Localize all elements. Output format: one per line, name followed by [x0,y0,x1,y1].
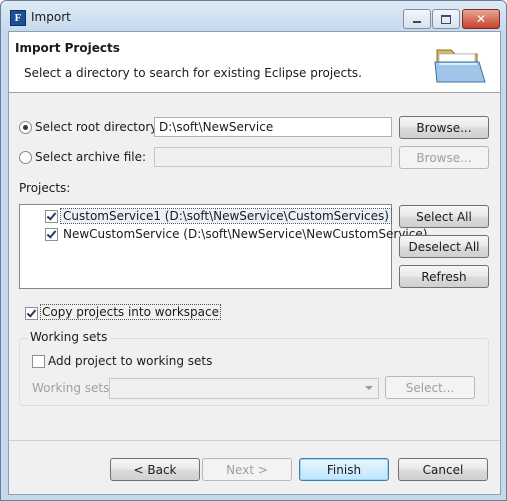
open-folder-icon [434,49,486,83]
select-all-button[interactable]: Select All [399,205,489,228]
working-sets-combo[interactable] [109,378,379,399]
root-directory-label: Select root directory: [35,120,161,134]
close-icon: ✕ [475,12,487,26]
chevron-down-icon [365,386,373,390]
title-bar[interactable]: F Import ✕ [1,1,506,31]
projects-list[interactable]: CustomService1 (D:\soft\NewService\Custo… [19,204,427,289]
footer-separator [9,440,500,441]
cancel-button[interactable]: Cancel [398,458,488,481]
add-to-working-sets-checkbox[interactable] [32,355,45,368]
root-browse-button[interactable]: Browse... [399,116,489,139]
page-title: Import Projects [15,41,120,55]
eclipse-app-icon: F [10,10,26,26]
wizard-header: Import Projects Select a directory to se… [9,32,500,93]
list-item[interactable]: CustomService1 (D:\soft\NewService\Custo… [60,207,392,225]
copy-projects-label: Copy projects into workspace [39,304,222,320]
project-label-2: NewCustomService (D:\soft\NewService\New… [63,227,428,241]
working-sets-field-label: Working sets: [32,381,114,395]
archive-file-input[interactable] [154,147,392,167]
import-dialog-window: F Import ✕ Import Projects Select a dire… [0,0,507,501]
project-checkbox-1[interactable] [45,210,58,223]
page-description: Select a directory to search for existin… [24,66,362,80]
archive-browse-button[interactable]: Browse... [399,146,489,169]
archive-file-radio[interactable] [19,151,32,164]
next-button[interactable]: Next > [202,458,292,481]
minimize-button[interactable] [403,9,431,29]
list-item[interactable]: NewCustomService (D:\soft\NewService\New… [63,225,427,243]
finish-button[interactable]: Finish [299,458,389,481]
projects-label: Projects: [19,181,71,195]
working-sets-select-button[interactable]: Select... [385,376,475,399]
root-directory-input[interactable]: D:\soft\NewService [154,117,392,137]
add-to-working-sets-label: Add project to working sets [48,354,213,368]
maximize-button[interactable] [432,9,460,29]
back-button[interactable]: < Back [110,458,200,481]
working-sets-group-label: Working sets [27,330,111,344]
root-directory-radio[interactable] [19,121,32,134]
copy-projects-checkbox[interactable] [25,307,38,320]
window-title: Import [31,10,71,24]
close-button[interactable]: ✕ [462,9,500,29]
project-checkbox-2[interactable] [45,228,58,241]
dialog-client-area: Import Projects Select a directory to se… [8,31,501,495]
maximize-icon [441,14,451,24]
deselect-all-button[interactable]: Deselect All [399,235,489,258]
minimize-icon [413,21,421,23]
project-label-1: CustomService1 (D:\soft\NewService\Custo… [60,208,392,224]
archive-file-label: Select archive file: [35,150,147,164]
refresh-button[interactable]: Refresh [399,265,489,288]
